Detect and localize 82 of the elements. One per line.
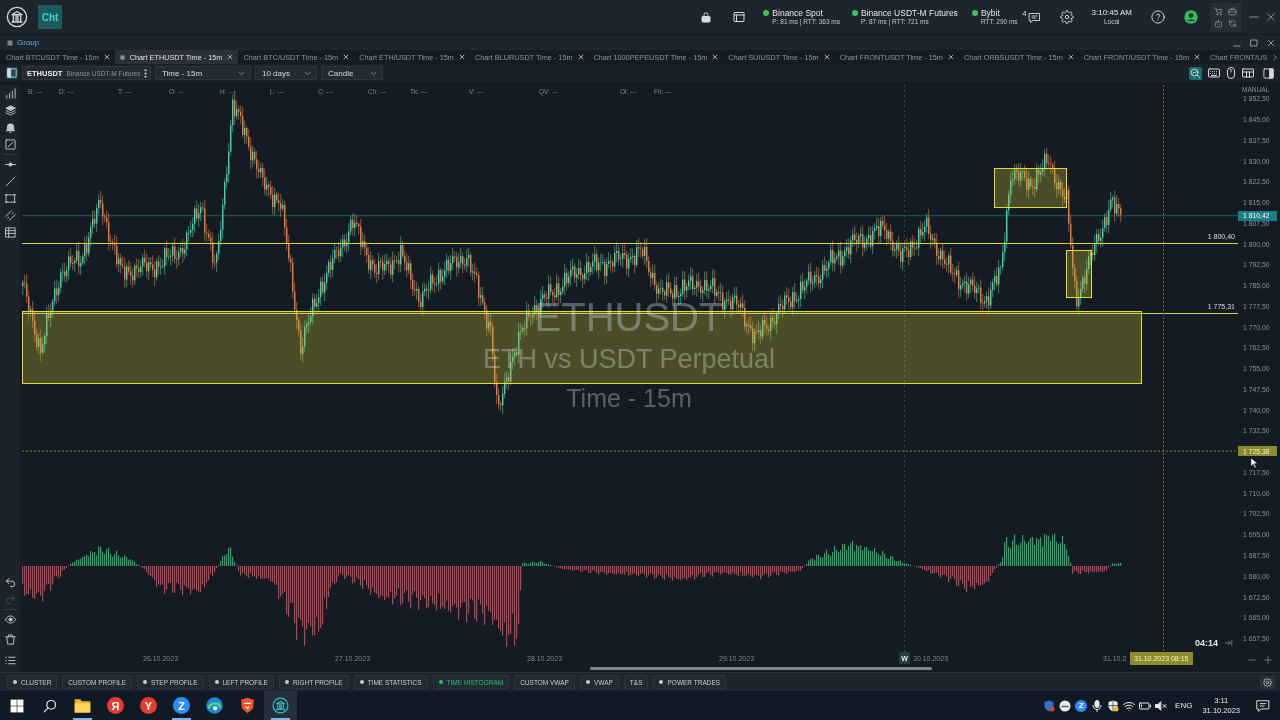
drag-handle-icon xyxy=(119,54,125,60)
bell-icon[interactable] xyxy=(4,122,16,133)
scrollbar-thumb[interactable] xyxy=(590,667,932,670)
search-icon[interactable] xyxy=(42,698,57,713)
close-icon[interactable] xyxy=(103,54,110,60)
wave-icon xyxy=(206,697,223,714)
magnifier-icon[interactable] xyxy=(1189,66,1202,80)
eye-icon[interactable] xyxy=(4,613,16,625)
close-icon[interactable] xyxy=(712,54,719,60)
chevron-right-icon[interactable] xyxy=(1272,52,1279,62)
help-icon[interactable] xyxy=(1151,10,1165,24)
rectangle-icon[interactable] xyxy=(4,193,16,204)
briefcase-icon[interactable] xyxy=(1228,6,1237,16)
panel-toggle-icon[interactable] xyxy=(6,67,18,79)
workspace-tab[interactable]: Cht xyxy=(38,5,62,29)
lock-icon[interactable] xyxy=(700,11,713,23)
microphone-icon[interactable] xyxy=(1091,699,1104,712)
connection-name: Bybit xyxy=(980,8,1001,18)
parallel-lines-icon[interactable] xyxy=(4,210,16,221)
battery-icon[interactable] xyxy=(1139,699,1152,712)
user-icon[interactable] xyxy=(1184,10,1198,24)
taskbar-app-button[interactable] xyxy=(264,691,297,720)
volume-muted-icon[interactable] xyxy=(1155,699,1168,712)
clock-time: 3:10:45 AM xyxy=(1091,8,1132,18)
close-icon[interactable] xyxy=(343,54,350,60)
close-icon[interactable] xyxy=(1266,12,1276,22)
layers-icon[interactable] xyxy=(4,105,16,116)
bar-countdown: 04:14 xyxy=(1195,638,1219,648)
settings-icon[interactable] xyxy=(1059,10,1074,24)
trash-icon[interactable] xyxy=(4,633,16,645)
close-icon[interactable] xyxy=(823,54,830,60)
close-icon[interactable] xyxy=(947,54,954,60)
taskbar-app-button[interactable]: Y xyxy=(132,691,165,720)
zoom-in-icon[interactable] xyxy=(1264,656,1272,664)
chevron-down-icon xyxy=(370,70,377,76)
undo-icon[interactable] xyxy=(4,576,16,588)
connection-name: Binance Spot xyxy=(772,8,824,18)
disc-icon[interactable] xyxy=(1059,699,1072,712)
edit-icon[interactable] xyxy=(4,139,16,150)
trend-line-icon[interactable] xyxy=(4,176,16,187)
bar-chart-icon[interactable] xyxy=(4,88,16,99)
close-icon[interactable] xyxy=(458,54,465,60)
notification-icon[interactable] xyxy=(1256,698,1270,713)
close-icon[interactable] xyxy=(227,54,234,60)
panel-icon[interactable] xyxy=(1263,67,1274,79)
taskbar-app-button[interactable]: Я xyxy=(99,691,132,720)
close-icon[interactable] xyxy=(1194,54,1200,60)
highlight-zone xyxy=(1066,250,1092,298)
mouse-icon[interactable] xyxy=(1226,67,1236,79)
robot-icon[interactable] xyxy=(1214,18,1223,28)
chat-icon[interactable] xyxy=(1027,12,1041,24)
scroll-to-end-icon[interactable] xyxy=(1224,639,1233,647)
app-logo-icon xyxy=(272,697,289,714)
layout-icon[interactable] xyxy=(1242,67,1254,79)
close-icon[interactable] xyxy=(1067,54,1074,60)
cart-icon[interactable] xyxy=(1214,6,1223,16)
language-indicator[interactable]: ENG xyxy=(1175,701,1193,710)
app-logo-icon[interactable] xyxy=(6,6,28,28)
start-icon[interactable] xyxy=(9,698,24,713)
close-icon[interactable] xyxy=(577,54,584,60)
chevron-down-icon xyxy=(304,70,311,76)
shield-icon xyxy=(239,697,256,714)
kebab-menu-icon[interactable] xyxy=(144,68,147,78)
watermark-timeframe: Time - 15m xyxy=(566,383,692,413)
close-icon[interactable] xyxy=(1267,38,1275,47)
maximize-icon[interactable] xyxy=(1250,38,1258,47)
list-icon[interactable] xyxy=(4,654,16,666)
keyboard-icon[interactable] xyxy=(1208,67,1220,79)
shield-icon[interactable] xyxy=(1107,699,1120,712)
table-icon[interactable] xyxy=(4,227,16,238)
window-icon[interactable] xyxy=(733,11,746,23)
connection-name: Binance USDT-M Futures xyxy=(861,8,958,18)
wifi-icon[interactable] xyxy=(1123,699,1136,712)
mouse-pointer-icon xyxy=(1250,457,1258,470)
refresh-icon[interactable] xyxy=(1228,18,1237,28)
chart-type-dropdown[interactable]: Candle xyxy=(321,66,383,80)
folder-icon xyxy=(74,697,91,714)
chevron-down-icon xyxy=(238,70,245,76)
settings-icon[interactable] xyxy=(1260,675,1275,689)
group-title: Group xyxy=(17,38,40,47)
period-dropdown[interactable]: 10 days xyxy=(255,66,317,80)
timeframe-dropdown[interactable]: Time - 15m xyxy=(155,66,251,80)
